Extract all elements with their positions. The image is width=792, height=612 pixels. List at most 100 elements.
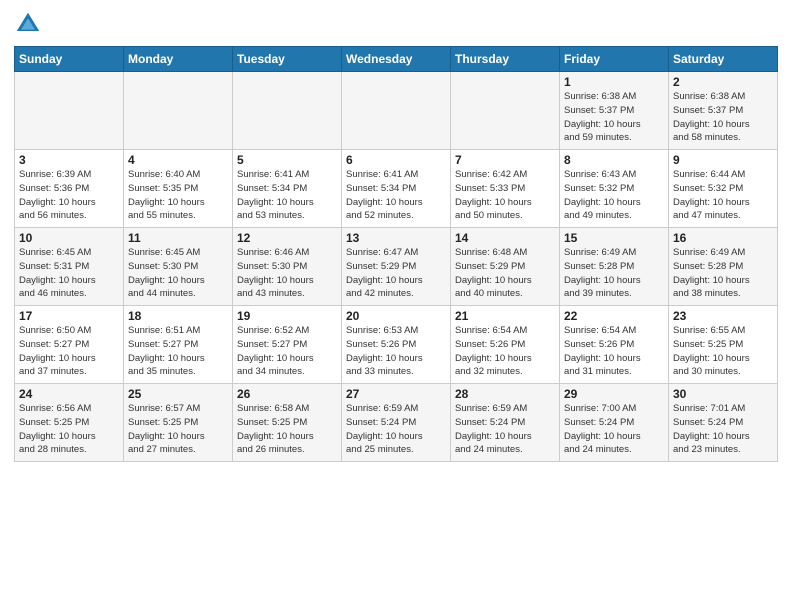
day-number: 26 bbox=[237, 387, 337, 401]
day-cell: 29Sunrise: 7:00 AM Sunset: 5:24 PM Dayli… bbox=[560, 384, 669, 462]
day-cell: 3Sunrise: 6:39 AM Sunset: 5:36 PM Daylig… bbox=[15, 150, 124, 228]
day-cell: 27Sunrise: 6:59 AM Sunset: 5:24 PM Dayli… bbox=[342, 384, 451, 462]
day-number: 5 bbox=[237, 153, 337, 167]
day-info: Sunrise: 6:50 AM Sunset: 5:27 PM Dayligh… bbox=[19, 324, 119, 379]
day-cell bbox=[124, 72, 233, 150]
day-number: 14 bbox=[455, 231, 555, 245]
day-number: 28 bbox=[455, 387, 555, 401]
header bbox=[14, 10, 778, 38]
weekday-saturday: Saturday bbox=[669, 47, 778, 72]
day-info: Sunrise: 6:49 AM Sunset: 5:28 PM Dayligh… bbox=[564, 246, 664, 301]
day-number: 11 bbox=[128, 231, 228, 245]
day-cell: 2Sunrise: 6:38 AM Sunset: 5:37 PM Daylig… bbox=[669, 72, 778, 150]
day-cell: 19Sunrise: 6:52 AM Sunset: 5:27 PM Dayli… bbox=[233, 306, 342, 384]
day-cell: 11Sunrise: 6:45 AM Sunset: 5:30 PM Dayli… bbox=[124, 228, 233, 306]
weekday-friday: Friday bbox=[560, 47, 669, 72]
day-cell bbox=[15, 72, 124, 150]
day-cell: 30Sunrise: 7:01 AM Sunset: 5:24 PM Dayli… bbox=[669, 384, 778, 462]
day-info: Sunrise: 6:49 AM Sunset: 5:28 PM Dayligh… bbox=[673, 246, 773, 301]
week-row-4: 17Sunrise: 6:50 AM Sunset: 5:27 PM Dayli… bbox=[15, 306, 778, 384]
day-cell: 24Sunrise: 6:56 AM Sunset: 5:25 PM Dayli… bbox=[15, 384, 124, 462]
day-cell: 28Sunrise: 6:59 AM Sunset: 5:24 PM Dayli… bbox=[451, 384, 560, 462]
logo-icon bbox=[14, 10, 42, 38]
day-number: 3 bbox=[19, 153, 119, 167]
weekday-sunday: Sunday bbox=[15, 47, 124, 72]
day-number: 29 bbox=[564, 387, 664, 401]
day-info: Sunrise: 7:01 AM Sunset: 5:24 PM Dayligh… bbox=[673, 402, 773, 457]
day-cell: 1Sunrise: 6:38 AM Sunset: 5:37 PM Daylig… bbox=[560, 72, 669, 150]
day-number: 25 bbox=[128, 387, 228, 401]
day-info: Sunrise: 6:59 AM Sunset: 5:24 PM Dayligh… bbox=[455, 402, 555, 457]
day-number: 20 bbox=[346, 309, 446, 323]
day-info: Sunrise: 6:41 AM Sunset: 5:34 PM Dayligh… bbox=[237, 168, 337, 223]
weekday-wednesday: Wednesday bbox=[342, 47, 451, 72]
day-number: 18 bbox=[128, 309, 228, 323]
day-cell: 21Sunrise: 6:54 AM Sunset: 5:26 PM Dayli… bbox=[451, 306, 560, 384]
day-cell: 20Sunrise: 6:53 AM Sunset: 5:26 PM Dayli… bbox=[342, 306, 451, 384]
day-info: Sunrise: 6:43 AM Sunset: 5:32 PM Dayligh… bbox=[564, 168, 664, 223]
weekday-monday: Monday bbox=[124, 47, 233, 72]
week-row-5: 24Sunrise: 6:56 AM Sunset: 5:25 PM Dayli… bbox=[15, 384, 778, 462]
day-info: Sunrise: 6:55 AM Sunset: 5:25 PM Dayligh… bbox=[673, 324, 773, 379]
day-info: Sunrise: 6:47 AM Sunset: 5:29 PM Dayligh… bbox=[346, 246, 446, 301]
day-cell: 14Sunrise: 6:48 AM Sunset: 5:29 PM Dayli… bbox=[451, 228, 560, 306]
day-number: 23 bbox=[673, 309, 773, 323]
day-number: 13 bbox=[346, 231, 446, 245]
day-number: 16 bbox=[673, 231, 773, 245]
day-cell: 23Sunrise: 6:55 AM Sunset: 5:25 PM Dayli… bbox=[669, 306, 778, 384]
day-info: Sunrise: 6:40 AM Sunset: 5:35 PM Dayligh… bbox=[128, 168, 228, 223]
day-cell: 13Sunrise: 6:47 AM Sunset: 5:29 PM Dayli… bbox=[342, 228, 451, 306]
day-number: 27 bbox=[346, 387, 446, 401]
day-cell: 5Sunrise: 6:41 AM Sunset: 5:34 PM Daylig… bbox=[233, 150, 342, 228]
day-number: 30 bbox=[673, 387, 773, 401]
weekday-tuesday: Tuesday bbox=[233, 47, 342, 72]
day-number: 9 bbox=[673, 153, 773, 167]
day-info: Sunrise: 6:57 AM Sunset: 5:25 PM Dayligh… bbox=[128, 402, 228, 457]
day-info: Sunrise: 6:54 AM Sunset: 5:26 PM Dayligh… bbox=[455, 324, 555, 379]
day-cell bbox=[233, 72, 342, 150]
logo bbox=[14, 10, 46, 38]
day-cell: 12Sunrise: 6:46 AM Sunset: 5:30 PM Dayli… bbox=[233, 228, 342, 306]
day-cell: 9Sunrise: 6:44 AM Sunset: 5:32 PM Daylig… bbox=[669, 150, 778, 228]
day-info: Sunrise: 6:54 AM Sunset: 5:26 PM Dayligh… bbox=[564, 324, 664, 379]
day-number: 2 bbox=[673, 75, 773, 89]
day-info: Sunrise: 6:51 AM Sunset: 5:27 PM Dayligh… bbox=[128, 324, 228, 379]
day-cell: 18Sunrise: 6:51 AM Sunset: 5:27 PM Dayli… bbox=[124, 306, 233, 384]
day-info: Sunrise: 6:38 AM Sunset: 5:37 PM Dayligh… bbox=[564, 90, 664, 145]
day-cell bbox=[342, 72, 451, 150]
week-row-1: 1Sunrise: 6:38 AM Sunset: 5:37 PM Daylig… bbox=[15, 72, 778, 150]
day-info: Sunrise: 6:42 AM Sunset: 5:33 PM Dayligh… bbox=[455, 168, 555, 223]
day-info: Sunrise: 6:45 AM Sunset: 5:31 PM Dayligh… bbox=[19, 246, 119, 301]
day-info: Sunrise: 6:48 AM Sunset: 5:29 PM Dayligh… bbox=[455, 246, 555, 301]
day-info: Sunrise: 7:00 AM Sunset: 5:24 PM Dayligh… bbox=[564, 402, 664, 457]
day-number: 7 bbox=[455, 153, 555, 167]
day-cell: 10Sunrise: 6:45 AM Sunset: 5:31 PM Dayli… bbox=[15, 228, 124, 306]
day-number: 12 bbox=[237, 231, 337, 245]
day-cell: 26Sunrise: 6:58 AM Sunset: 5:25 PM Dayli… bbox=[233, 384, 342, 462]
day-info: Sunrise: 6:56 AM Sunset: 5:25 PM Dayligh… bbox=[19, 402, 119, 457]
day-info: Sunrise: 6:44 AM Sunset: 5:32 PM Dayligh… bbox=[673, 168, 773, 223]
day-cell: 17Sunrise: 6:50 AM Sunset: 5:27 PM Dayli… bbox=[15, 306, 124, 384]
day-info: Sunrise: 6:39 AM Sunset: 5:36 PM Dayligh… bbox=[19, 168, 119, 223]
day-cell: 15Sunrise: 6:49 AM Sunset: 5:28 PM Dayli… bbox=[560, 228, 669, 306]
day-cell: 7Sunrise: 6:42 AM Sunset: 5:33 PM Daylig… bbox=[451, 150, 560, 228]
day-number: 8 bbox=[564, 153, 664, 167]
day-info: Sunrise: 6:45 AM Sunset: 5:30 PM Dayligh… bbox=[128, 246, 228, 301]
day-cell: 22Sunrise: 6:54 AM Sunset: 5:26 PM Dayli… bbox=[560, 306, 669, 384]
day-info: Sunrise: 6:58 AM Sunset: 5:25 PM Dayligh… bbox=[237, 402, 337, 457]
day-info: Sunrise: 6:38 AM Sunset: 5:37 PM Dayligh… bbox=[673, 90, 773, 145]
day-number: 15 bbox=[564, 231, 664, 245]
day-info: Sunrise: 6:59 AM Sunset: 5:24 PM Dayligh… bbox=[346, 402, 446, 457]
day-number: 19 bbox=[237, 309, 337, 323]
day-info: Sunrise: 6:41 AM Sunset: 5:34 PM Dayligh… bbox=[346, 168, 446, 223]
day-number: 4 bbox=[128, 153, 228, 167]
weekday-header-row: SundayMondayTuesdayWednesdayThursdayFrid… bbox=[15, 47, 778, 72]
day-number: 17 bbox=[19, 309, 119, 323]
calendar: SundayMondayTuesdayWednesdayThursdayFrid… bbox=[14, 46, 778, 462]
day-cell: 25Sunrise: 6:57 AM Sunset: 5:25 PM Dayli… bbox=[124, 384, 233, 462]
day-number: 24 bbox=[19, 387, 119, 401]
day-cell: 8Sunrise: 6:43 AM Sunset: 5:32 PM Daylig… bbox=[560, 150, 669, 228]
day-cell bbox=[451, 72, 560, 150]
day-info: Sunrise: 6:52 AM Sunset: 5:27 PM Dayligh… bbox=[237, 324, 337, 379]
day-info: Sunrise: 6:46 AM Sunset: 5:30 PM Dayligh… bbox=[237, 246, 337, 301]
